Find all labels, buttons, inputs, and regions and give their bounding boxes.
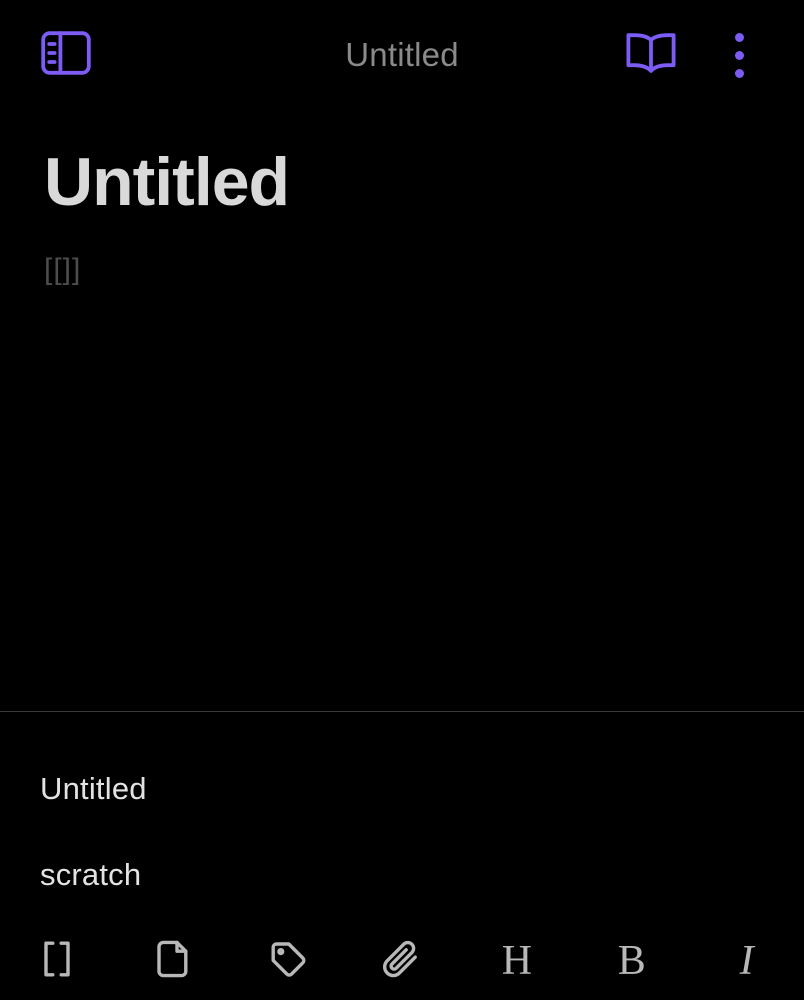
insert-tag-button[interactable] <box>230 922 345 1000</box>
more-vertical-icon-dot-1 <box>734 32 744 42</box>
tag-icon <box>264 936 310 987</box>
formatting-toolbar: H B I <box>0 922 804 1000</box>
list-item[interactable]: Untitled <box>0 746 804 832</box>
open-book-icon <box>624 30 678 81</box>
italic-button[interactable]: I <box>689 922 804 1000</box>
note-editor-area[interactable]: Untitled [[]] <box>0 110 804 711</box>
heading-button[interactable]: H <box>459 922 574 1000</box>
heading-icon: H <box>501 938 533 984</box>
italic-icon: I <box>739 938 754 984</box>
suggestion-list: Untitled scratch <box>0 712 804 922</box>
insert-link-button[interactable] <box>0 922 115 1000</box>
insert-note-button[interactable] <box>115 922 230 1000</box>
paperclip-icon <box>379 936 425 987</box>
reading-view-button[interactable] <box>622 28 680 82</box>
brackets-icon <box>34 936 80 987</box>
list-item[interactable]: scratch <box>0 832 804 918</box>
insert-attachment-button[interactable] <box>345 922 460 1000</box>
app-header: Untitled <box>0 0 804 110</box>
more-vertical-icon-dot-2 <box>734 50 744 60</box>
note-title[interactable]: Untitled <box>44 142 760 222</box>
header-title: Untitled <box>345 36 459 73</box>
bold-button[interactable]: B <box>574 922 689 1000</box>
more-options-button[interactable] <box>716 26 762 84</box>
note-editor-app: Untitled Untitled [[]] Untitled scratch <box>0 0 804 1000</box>
file-icon <box>149 936 195 987</box>
note-body-text[interactable]: [[]] <box>44 248 760 292</box>
more-vertical-icon-dot-3 <box>734 68 744 78</box>
bold-icon: B <box>617 938 646 984</box>
